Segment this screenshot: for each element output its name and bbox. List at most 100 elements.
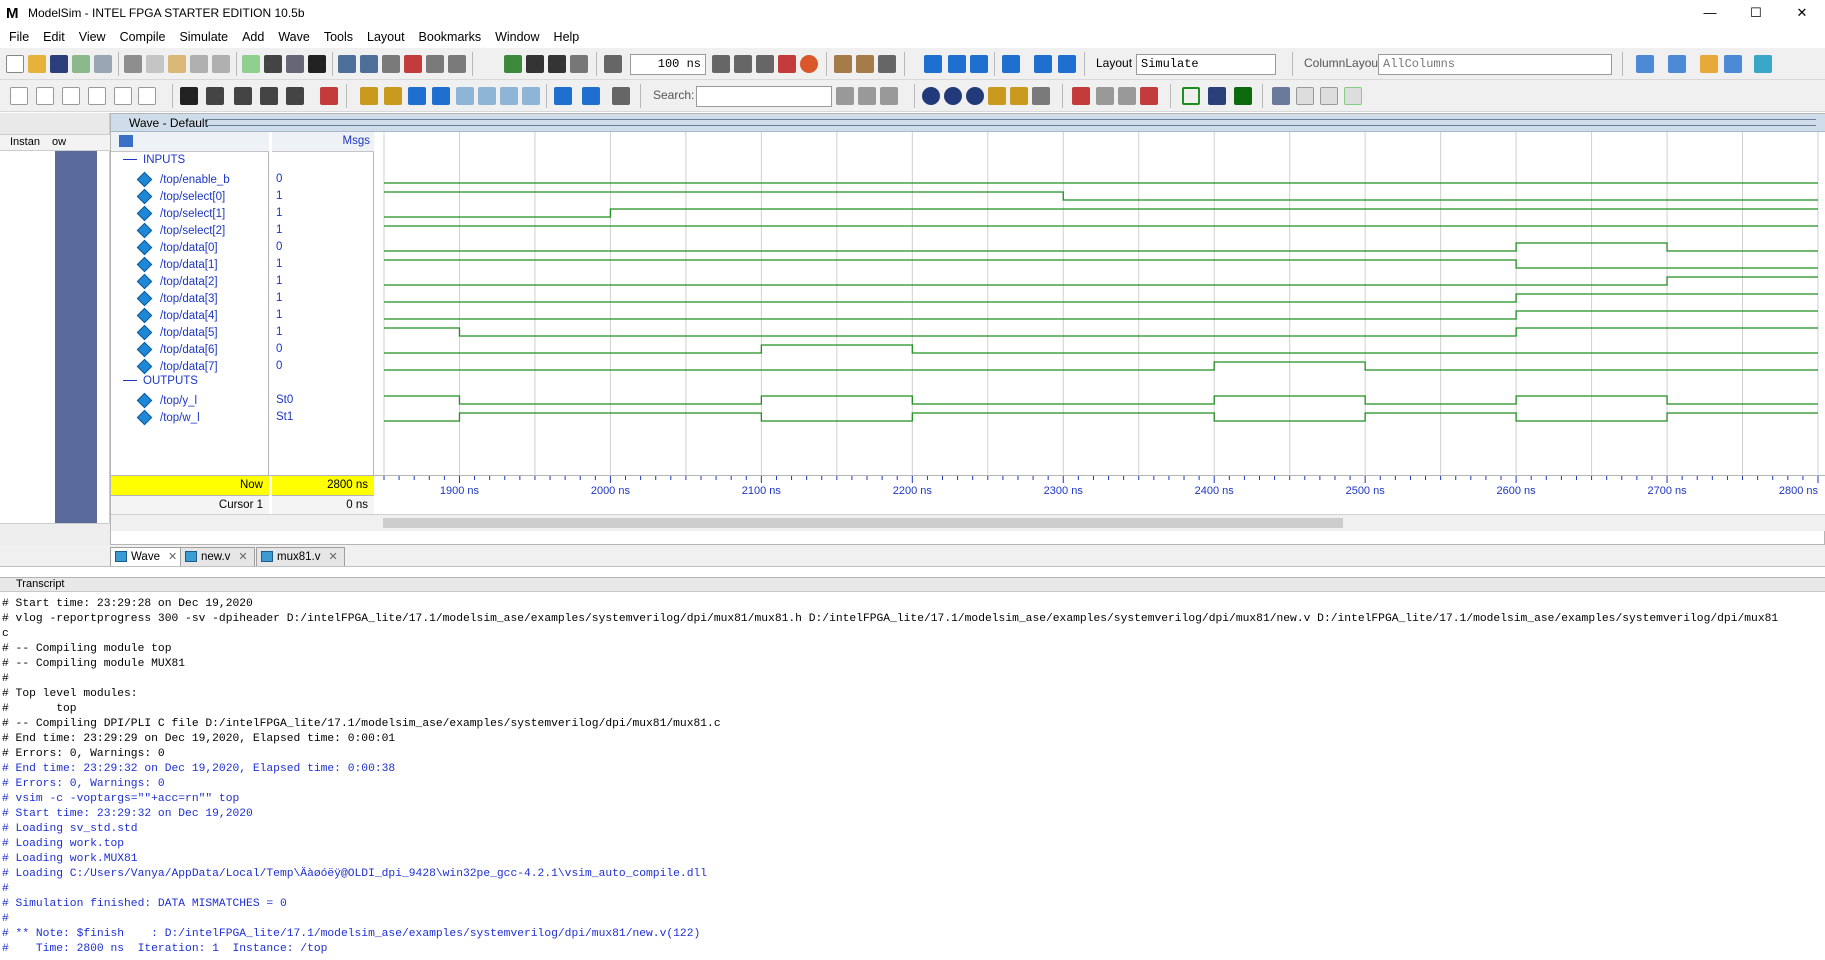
edge-end-icon[interactable] [522,87,540,105]
gap-icon[interactable] [1320,87,1338,105]
signal-row[interactable]: /top/select[0] [136,188,225,205]
bookmark-icon[interactable] [1700,55,1718,73]
scrollbar-thumb[interactable] [383,518,1343,528]
bits-icon[interactable] [138,87,156,105]
wave-style-1-icon[interactable] [1182,87,1200,105]
step-back-icon[interactable] [1034,55,1052,73]
signal-row[interactable]: /top/select[2] [136,222,225,239]
tab-close-icon[interactable]: ✕ [238,551,247,563]
compile-all-icon[interactable] [360,55,378,73]
edit-icon[interactable] [10,87,28,105]
stop-icon[interactable] [800,55,818,73]
menu-help[interactable]: Help [547,30,587,44]
paste-icon[interactable] [168,55,186,73]
run-icon[interactable] [712,55,730,73]
zoom-last-icon[interactable] [1032,87,1050,105]
memory-icon[interactable] [426,55,444,73]
edge-next-icon[interactable] [478,87,496,105]
menu-compile[interactable]: Compile [113,30,173,44]
search-prev-icon[interactable] [836,87,854,105]
close-button[interactable]: ✕ [1779,5,1825,21]
signal-row[interactable]: /top/w_l [136,409,200,426]
cursor-remove-icon[interactable] [1140,87,1158,105]
redo-icon[interactable] [212,55,230,73]
tab-new-v[interactable]: new.v ✕ [180,547,255,566]
minimize-button[interactable]: — [1687,5,1733,21]
schematic-icon[interactable] [856,55,874,73]
layout-select[interactable]: Simulate [1136,54,1276,75]
tab-close-icon[interactable]: ✕ [168,551,177,563]
divider-icon[interactable] [1296,87,1314,105]
panel-icon[interactable] [1724,55,1742,73]
now-row[interactable]: Now [111,476,269,496]
wave-style-2-icon[interactable] [1208,87,1226,105]
grid-icon[interactable] [1272,87,1290,105]
search-input[interactable] [696,86,832,107]
drag-grip[interactable] [206,119,1816,126]
edge-last-icon[interactable] [500,87,518,105]
step-forward-icon[interactable] [1058,55,1076,73]
menu-bookmarks[interactable]: Bookmarks [412,30,489,44]
group-outputs[interactable]: OUTPUTS [123,375,198,387]
tab-close-icon[interactable]: ✕ [328,551,337,563]
edge-icon[interactable] [260,87,278,105]
back-arrow-icon[interactable] [548,55,566,73]
waveform-plot[interactable] [376,132,1825,475]
simulate-icon[interactable] [382,55,400,73]
object-column-label[interactable]: ow [52,136,66,148]
menu-tools[interactable]: Tools [317,30,360,44]
wave-menu-icon[interactable] [119,135,133,147]
zoom-range-icon[interactable] [1010,87,1028,105]
wave-style-3-icon[interactable] [1234,87,1252,105]
step-into-icon[interactable] [1002,55,1020,73]
menu-layout[interactable]: Layout [360,30,412,44]
break-wave-icon[interactable] [320,87,338,105]
new-file-icon[interactable] [6,55,24,73]
signal-row[interactable]: /top/data[3] [136,290,218,307]
edge-prev-icon[interactable] [456,87,474,105]
transcript-log[interactable]: # Start time: 23:29:28 on Dec 19,2020 # v… [2,597,1822,957]
save-icon[interactable] [50,55,68,73]
menu-wave[interactable]: Wave [271,30,317,44]
tab-mux81-v[interactable]: mux81.v ✕ [256,547,345,566]
zoom-out-icon[interactable] [944,87,962,105]
step-over-icon[interactable] [948,55,966,73]
signal-row[interactable]: /top/enable_b [136,171,230,188]
find-prev-icon[interactable] [408,87,426,105]
signal-row[interactable]: /top/select[1] [136,205,225,222]
hand-icon[interactable] [878,55,896,73]
signal-row[interactable]: /top/data[7] [136,358,218,375]
signal-row[interactable]: /top/data[0] [136,239,218,256]
pointer-icon[interactable] [180,87,198,105]
window-icon[interactable] [1636,55,1654,73]
structure-icon[interactable] [286,55,304,73]
copy-icon[interactable] [146,55,164,73]
signal-row[interactable]: /top/data[1] [136,256,218,273]
prev-edge-icon[interactable] [360,87,378,105]
print-icon[interactable] [94,55,112,73]
split-icon[interactable] [286,87,304,105]
group-inputs[interactable]: INPUTS [123,154,185,166]
name-column-header[interactable] [111,132,269,152]
run-all-icon[interactable] [756,55,774,73]
window2-icon[interactable] [1668,55,1686,73]
find-next-icon[interactable] [432,87,450,105]
format-icon[interactable] [62,87,80,105]
menu-file[interactable]: File [2,30,36,44]
compile-icon[interactable] [338,55,356,73]
zoom-mode-icon[interactable] [206,87,224,105]
menu-add[interactable]: Add [235,30,271,44]
filter-icon[interactable] [612,87,630,105]
row-icon[interactable] [1344,87,1362,105]
signal-row[interactable]: /top/data[4] [136,307,218,324]
signal-row[interactable]: /top/data[5] [136,324,218,341]
zoom-cursor-icon[interactable] [988,87,1006,105]
undo-icon[interactable] [190,55,208,73]
dock-icon[interactable] [1754,55,1772,73]
cursor-add-icon[interactable] [504,55,522,73]
cut-icon[interactable] [124,55,142,73]
break-run-icon[interactable] [778,55,796,73]
step-icon[interactable] [448,55,466,73]
maximize-button[interactable]: ☐ [1733,5,1779,21]
menu-simulate[interactable]: Simulate [172,30,235,44]
